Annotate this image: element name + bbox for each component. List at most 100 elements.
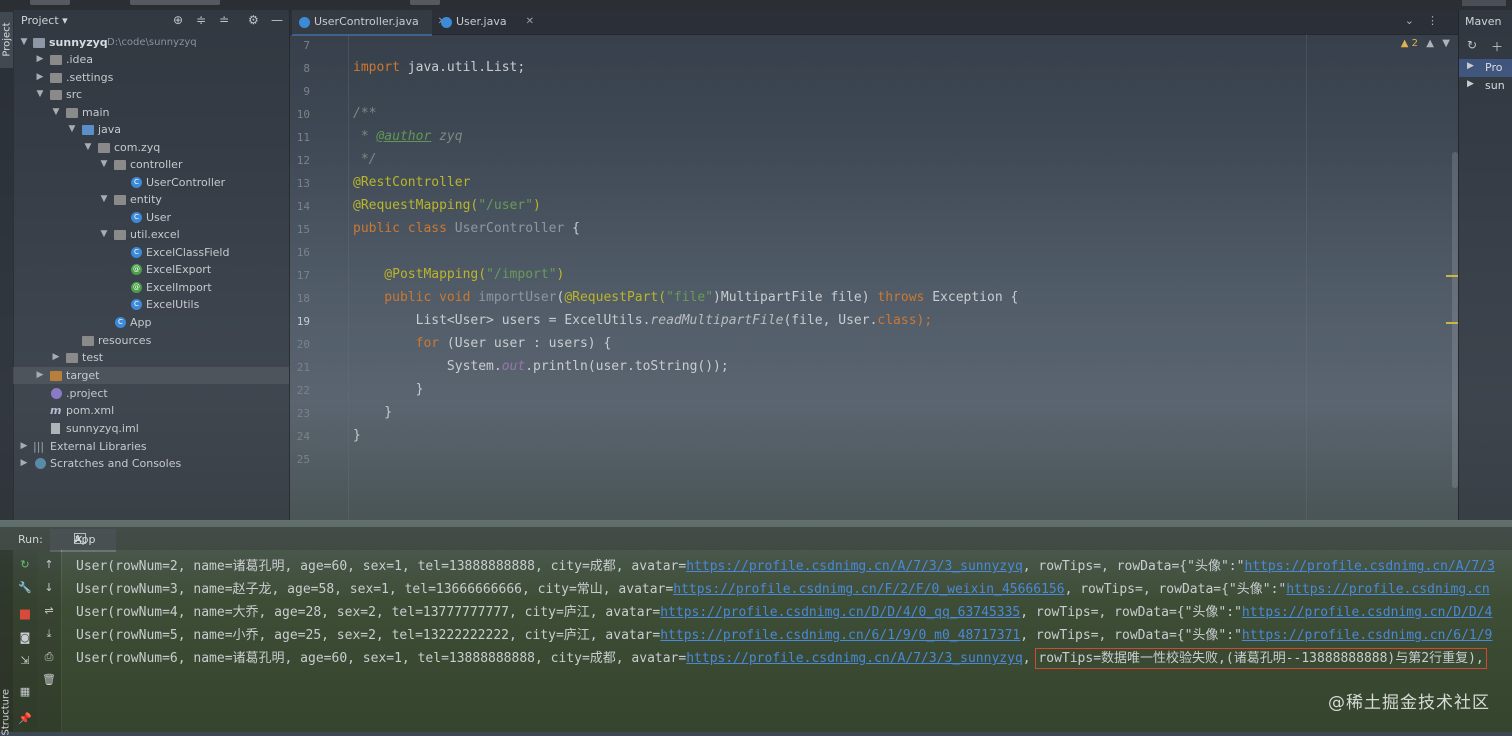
locate-icon[interactable]: ⊕ <box>173 13 183 27</box>
chevron-right-icon[interactable]: ▶ <box>19 455 29 472</box>
tree-item-excelexport[interactable]: @ ExcelExport <box>13 261 289 278</box>
avatar-link[interactable]: https://profile.csdnimg.cn/D/D/4/0_qq_63… <box>660 605 1020 620</box>
console-text: , rowTips=, rowData={"头像":" <box>1064 582 1287 597</box>
tree-item-target[interactable]: ▶ target <box>13 367 289 384</box>
wrench-icon[interactable]: 🔧 <box>18 581 32 595</box>
chevron-right-icon[interactable]: ▶ <box>35 69 45 86</box>
tree-item-iml[interactable]: sunnyzyq.iml <box>13 420 289 437</box>
layout-icon[interactable]: ▦ <box>18 685 32 699</box>
tree-item-excelimport[interactable]: @ ExcelImport <box>13 279 289 296</box>
chevron-right-icon[interactable]: ▶ <box>35 51 45 68</box>
avatar-link[interactable]: https://profile.csdnimg.cn/D/D/4 <box>1242 605 1492 620</box>
tree-item-java[interactable]: ▼ java <box>13 121 289 138</box>
avatar-link[interactable]: https://profile.csdnimg.cn/A/7/3/3_sunny… <box>686 651 1023 666</box>
chevron-down-icon[interactable]: ▼ <box>99 191 109 208</box>
chevron-right-icon[interactable]: ▶ <box>35 367 45 384</box>
tree-item-usercontroller[interactable]: C UserController <box>13 174 289 191</box>
avatar-link[interactable]: https://profile.csdnimg.cn/6/1/9/0_m0_48… <box>660 628 1020 643</box>
avatar-link[interactable]: https://profile.csdnimg.cn/A/7/3/3_sunny… <box>686 559 1023 574</box>
code-line: public class UserController { <box>353 221 580 236</box>
code-editor[interactable]: 7 8 9 10 11 12 13 14 15 16 17 18 19 20 2… <box>290 34 1458 520</box>
tree-item-excelclassfield[interactable]: C ExcelClassField <box>13 244 289 261</box>
chevron-down-icon[interactable]: ▼ <box>19 34 29 51</box>
warning-badge[interactable]: ▲ 2 <box>1401 38 1418 49</box>
tree-item-user[interactable]: C User <box>13 209 289 226</box>
refresh-icon[interactable]: ↻ <box>1467 38 1477 52</box>
project-tool-tab-label: Project <box>1 22 13 57</box>
run-tab-app[interactable]: App ✕ <box>50 529 116 552</box>
scroll-to-end-icon[interactable]: ⤓ <box>42 627 56 641</box>
arrow-up-icon[interactable]: ↑ <box>42 558 56 572</box>
tree-item-scratches[interactable]: ▶ Scratches and Consoles <box>13 455 289 472</box>
warning-marker[interactable] <box>1446 322 1458 324</box>
exit-icon[interactable]: ⇲ <box>18 654 32 668</box>
tree-item-app[interactable]: C App <box>13 314 289 331</box>
tab-usercontroller[interactable]: UserController.java ✕ <box>292 10 446 36</box>
chevron-down-icon[interactable]: ▼ <box>67 121 77 138</box>
project-view-selector[interactable]: Project ▾ <box>21 14 68 27</box>
warning-marker[interactable] <box>1446 275 1458 277</box>
collapse-all-icon[interactable]: ≐ <box>219 13 229 27</box>
avatar-link[interactable]: https://profile.csdnimg.cn <box>1286 582 1490 597</box>
maven-item-sunnyzyq[interactable]: ▶ sun <box>1459 77 1512 95</box>
gear-icon[interactable]: ⚙ <box>248 13 259 27</box>
close-icon[interactable]: ✕ <box>526 10 534 34</box>
tree-item-excelutils[interactable]: C ExcelUtils <box>13 296 289 313</box>
code-line: public void importUser(@RequestPart("fil… <box>353 290 1018 305</box>
close-icon[interactable]: ✕ <box>74 533 83 546</box>
run-config-button[interactable] <box>1462 0 1506 6</box>
add-icon[interactable]: ＋ <box>1491 38 1503 55</box>
stop-icon[interactable]: ■ <box>18 608 32 622</box>
tree-item-root[interactable]: ▼ sunnyzyq D:\code\sunnyzyq <box>13 34 289 51</box>
pin-icon[interactable]: 📌 <box>18 712 32 726</box>
console-output[interactable]: User(rowNum=2, name=诸葛孔明, age=60, sex=1,… <box>62 550 1512 732</box>
rerun-icon[interactable]: ↻ <box>18 558 32 572</box>
tree-item-main[interactable]: ▼ main <box>13 104 289 121</box>
chevron-down-icon[interactable]: ▼ <box>99 226 109 243</box>
tree-item-project-file[interactable]: .project <box>13 385 289 402</box>
code-text: (file, User. <box>783 313 878 328</box>
tree-item-test[interactable]: ▶ test <box>13 349 289 366</box>
chevron-up-icon[interactable]: ▲ <box>1426 38 1434 49</box>
tree-item-src[interactable]: ▼ src <box>13 86 289 103</box>
maven-item-project[interactable]: ▶ Pro <box>1459 59 1512 77</box>
print-icon[interactable]: ⎙ <box>42 650 56 664</box>
expand-all-icon[interactable]: ≑ <box>196 13 206 27</box>
tree-item-util-excel[interactable]: ▼ util.excel <box>13 226 289 243</box>
hide-panel-icon[interactable]: — <box>271 13 283 27</box>
maven-item-label: sun <box>1485 79 1505 92</box>
avatar-link[interactable]: https://profile.csdnimg.cn/F/2/F/0_weixi… <box>673 582 1064 597</box>
line-number: 20 <box>296 338 310 351</box>
file-icon <box>51 423 60 434</box>
chevron-down-icon[interactable]: ▼ <box>83 139 93 156</box>
chevron-down-icon[interactable]: ▼ <box>99 156 109 173</box>
structure-tool-tab[interactable]: Structure <box>0 550 13 736</box>
tree-item-resources[interactable]: resources <box>13 332 289 349</box>
soft-wrap-icon[interactable]: ⇌ <box>42 604 56 618</box>
tree-item-idea[interactable]: ▶ .idea <box>13 51 289 68</box>
chevron-down-icon[interactable]: ▼ <box>35 86 45 103</box>
folder-icon <box>50 90 62 100</box>
chevron-down-icon[interactable]: ▼ <box>1442 38 1450 49</box>
tab-overflow-icon[interactable]: ⌄ <box>1405 14 1414 27</box>
chevron-right-icon[interactable]: ▶ <box>1467 79 1474 89</box>
tab-user[interactable]: User.java ✕ <box>434 10 534 34</box>
tree-item-entity[interactable]: ▼ entity <box>13 191 289 208</box>
tree-item-settings[interactable]: ▶ .settings <box>13 69 289 86</box>
chevron-right-icon[interactable]: ▶ <box>1467 61 1474 71</box>
avatar-link[interactable]: https://profile.csdnimg.cn/6/1/9 <box>1242 628 1492 643</box>
chevron-right-icon[interactable]: ▶ <box>19 438 29 455</box>
root-name: sunnyzyq <box>49 36 108 49</box>
more-icon[interactable]: ⋮ <box>1427 14 1438 27</box>
chevron-right-icon[interactable]: ▶ <box>51 349 61 366</box>
trash-icon[interactable]: 🗑 <box>42 673 56 687</box>
chevron-down-icon[interactable]: ▼ <box>51 104 61 121</box>
camera-icon[interactable]: ◙ <box>18 631 32 645</box>
avatar-link[interactable]: https://profile.csdnimg.cn/A/7/3 <box>1244 559 1494 574</box>
project-tool-tab[interactable]: Project <box>0 12 13 68</box>
tree-item-com-zyq[interactable]: ▼ com.zyq <box>13 139 289 156</box>
tree-item-controller[interactable]: ▼ controller <box>13 156 289 173</box>
arrow-down-icon[interactable]: ↓ <box>42 581 56 595</box>
tree-item-pom[interactable]: m pom.xml <box>13 402 289 419</box>
tree-item-external-libraries[interactable]: ▶ ||| External Libraries <box>13 438 289 455</box>
